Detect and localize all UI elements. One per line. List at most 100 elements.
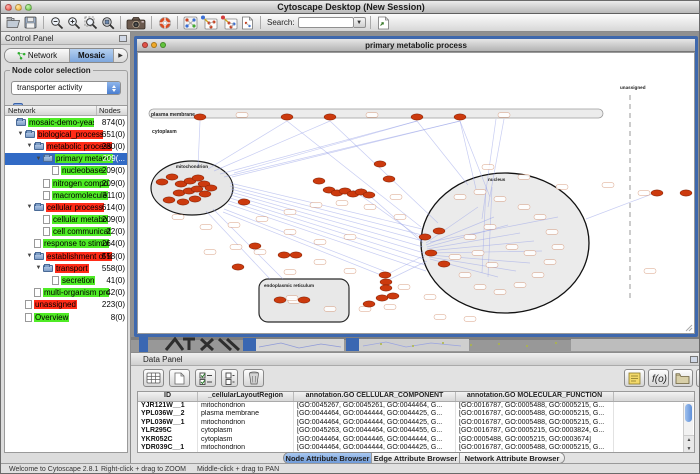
graph-edge[interactable] bbox=[228, 204, 426, 271]
zoom-out-icon[interactable] bbox=[48, 15, 65, 31]
tree-row[interactable]: macromolecule311(0) bbox=[5, 189, 127, 201]
table-cell[interactable]: YKR052C bbox=[138, 436, 198, 444]
expand-triangle-icon[interactable]: ▼ bbox=[16, 131, 25, 137]
graph-node[interactable] bbox=[166, 174, 178, 180]
table-cell[interactable]: [GO:0016787, GO:0005488, GO:0005215, G..… bbox=[456, 419, 614, 427]
graph-node[interactable] bbox=[163, 197, 175, 203]
graph-node[interactable] bbox=[274, 297, 286, 303]
table-cell[interactable]: YPL036W__2 bbox=[138, 410, 198, 418]
tree-row[interactable]: ▼biological_process651(0) bbox=[5, 128, 127, 140]
tree-row[interactable]: ▼cellular process614(0) bbox=[5, 201, 127, 213]
table-cell[interactable]: plasma membrane bbox=[198, 410, 294, 418]
graph-edge[interactable] bbox=[223, 212, 381, 275]
tree-row[interactable]: ▼establishment of lo558(0) bbox=[5, 250, 127, 262]
tree-row[interactable]: ▼transport558(0) bbox=[5, 262, 127, 274]
table-cell[interactable]: [GO:0045267, GO:0045261, GO:0044464, G..… bbox=[294, 402, 456, 410]
zoom-selected-region-icon[interactable] bbox=[82, 15, 99, 31]
tab-network-attribute-browser[interactable]: Network Attribute Browser bbox=[460, 453, 564, 463]
tree-row[interactable]: ▼primary metabo209(... bbox=[5, 153, 127, 165]
graph-node[interactable] bbox=[379, 272, 391, 278]
tab-overflow-arrow-icon[interactable]: ▶ bbox=[114, 49, 127, 62]
expand-triangle-icon[interactable]: ▼ bbox=[34, 156, 43, 162]
help-icon[interactable] bbox=[156, 15, 173, 31]
float-data-panel-icon[interactable] bbox=[690, 356, 698, 363]
graph-edge[interactable] bbox=[224, 209, 384, 271]
table-cell[interactable]: YDR039C__1 bbox=[138, 444, 198, 452]
graph-edge[interactable] bbox=[198, 121, 200, 167]
table-row[interactable]: YJR121W__1mitochondrion[GO:0045267, GO:0… bbox=[138, 402, 694, 410]
attribute-grid-icon[interactable] bbox=[143, 369, 164, 387]
graph-node[interactable] bbox=[363, 192, 375, 198]
tree-row[interactable]: cell communicat22(0) bbox=[5, 226, 127, 238]
graph-edge[interactable] bbox=[232, 121, 460, 177]
table-cell[interactable]: [GO:0016787, GO:0005488, GO:0005215, G..… bbox=[456, 402, 614, 410]
graph-edge[interactable] bbox=[386, 261, 427, 281]
minimize-window-icon[interactable] bbox=[15, 4, 22, 11]
graph-node[interactable] bbox=[156, 179, 168, 185]
resize-grip-icon[interactable] bbox=[686, 325, 692, 331]
table-cell[interactable]: [GO:0005488, GO:0005215, GO:0003674] bbox=[456, 436, 614, 444]
new-document-icon[interactable] bbox=[239, 15, 256, 31]
tree-row[interactable]: Overview8(0) bbox=[5, 311, 127, 323]
graph-node[interactable] bbox=[363, 301, 375, 307]
graph-node[interactable] bbox=[249, 243, 261, 249]
unselect-all-attributes-icon[interactable] bbox=[221, 369, 238, 387]
scroll-up-icon[interactable]: ▲ bbox=[687, 437, 692, 443]
graph-node[interactable] bbox=[192, 175, 204, 181]
expand-triangle-icon[interactable]: ▼ bbox=[25, 253, 34, 259]
table-cell[interactable]: mitochondrion bbox=[198, 419, 294, 427]
graph-edge[interactable] bbox=[214, 121, 330, 171]
graph-node[interactable] bbox=[205, 185, 217, 191]
network-view-icon[interactable] bbox=[182, 15, 199, 31]
close-view-icon[interactable] bbox=[142, 42, 148, 48]
advanced-search-icon[interactable] bbox=[375, 15, 392, 31]
graph-node[interactable] bbox=[177, 199, 189, 205]
graph-node[interactable] bbox=[278, 252, 290, 258]
zoom-view-icon[interactable] bbox=[160, 42, 166, 48]
graph-node[interactable] bbox=[380, 285, 392, 291]
graph-node[interactable] bbox=[433, 228, 445, 234]
graph-node[interactable] bbox=[298, 297, 310, 303]
table-cell[interactable]: [GO:0045263, GO:0044464, GO:0044455, G..… bbox=[294, 427, 456, 435]
annotation-icon[interactable] bbox=[624, 369, 645, 387]
network-canvas[interactable]: plasma membrane cytoplasm mitochondrion … bbox=[137, 52, 695, 334]
table-row[interactable]: YPL036W__1mitochondrion[GO:0044464, GO:0… bbox=[138, 419, 694, 427]
graph-node[interactable] bbox=[680, 190, 692, 196]
tree-row[interactable]: response to stimulu264(0) bbox=[5, 238, 127, 250]
graph-edge[interactable] bbox=[234, 121, 417, 173]
table-cell[interactable]: mitochondrion bbox=[198, 402, 294, 410]
table-cell[interactable]: YJR121W__1 bbox=[138, 402, 198, 410]
graph-node[interactable] bbox=[189, 196, 201, 202]
graph-node[interactable] bbox=[380, 279, 392, 285]
graph-node[interactable] bbox=[238, 199, 250, 205]
table-scrollbar[interactable]: ▲▼ bbox=[683, 403, 693, 453]
table-cell[interactable]: YLR295C bbox=[138, 427, 198, 435]
tree-column-network[interactable]: Network bbox=[5, 106, 97, 115]
tree-row[interactable]: nucleobase-209(0) bbox=[5, 165, 127, 177]
table-cell[interactable]: [GO:0016787, GO:0005488, GO:0005215, G..… bbox=[456, 410, 614, 418]
table-row[interactable]: YLR295Ccytoplasm[GO:0045263, GO:0044464,… bbox=[138, 427, 694, 435]
graph-node[interactable] bbox=[651, 190, 663, 196]
graph-node[interactable] bbox=[454, 114, 466, 120]
scrollbar-thumb[interactable] bbox=[685, 404, 692, 422]
tab-edge-attribute-browser[interactable]: Edge Attribute Browser bbox=[372, 453, 460, 463]
tree-column-nodes[interactable]: Nodes bbox=[97, 106, 127, 115]
tree-row[interactable]: nitrogen compo209(0) bbox=[5, 177, 127, 189]
graph-node[interactable] bbox=[232, 264, 244, 270]
tree-row[interactable]: multi-organism pro42(0) bbox=[5, 287, 127, 299]
search-dropdown-button[interactable]: ▼ bbox=[354, 17, 366, 28]
tree-row[interactable]: secretion41(0) bbox=[5, 274, 127, 286]
table-column-header[interactable]: _cellularLayoutRegion bbox=[198, 392, 294, 401]
tree-row[interactable]: mosaic-demo-yeast874(0) bbox=[5, 116, 127, 128]
table-column-header[interactable]: annotation.GO CELLULAR_COMPONENT bbox=[294, 392, 456, 401]
open-folder-icon[interactable] bbox=[5, 15, 22, 31]
graph-node[interactable] bbox=[290, 252, 302, 258]
table-cell[interactable]: mitochondrion bbox=[198, 444, 294, 452]
table-cell[interactable]: cytoplasm bbox=[198, 436, 294, 444]
network-window-titlebar[interactable]: primary metabolic process bbox=[137, 39, 695, 52]
graph-nodes[interactable] bbox=[156, 114, 692, 307]
table-row[interactable]: YKR052Ccytoplasm[GO:0044464, GO:0044446,… bbox=[138, 436, 694, 444]
function-builder-icon[interactable]: f(o) bbox=[648, 369, 669, 387]
tab-network[interactable]: Network bbox=[5, 49, 70, 62]
minimize-view-icon[interactable] bbox=[151, 42, 157, 48]
